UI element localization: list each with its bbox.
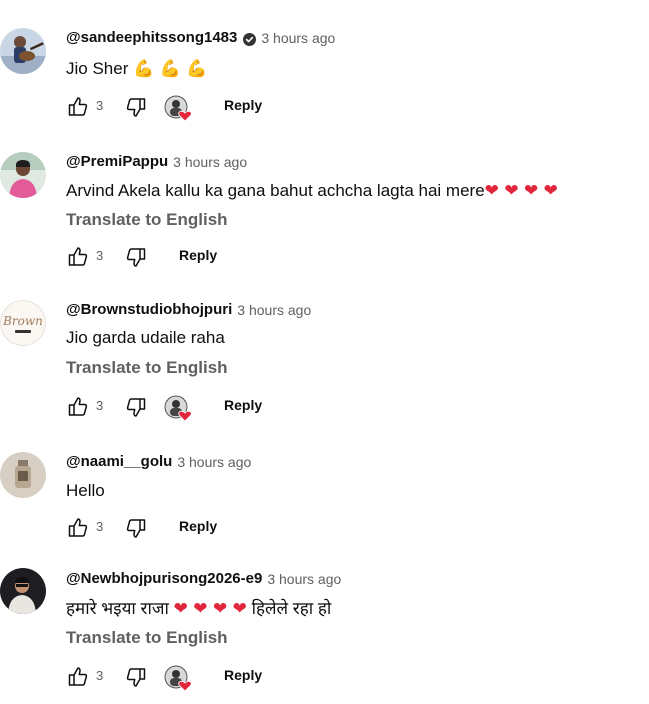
like-icon[interactable] — [66, 395, 90, 419]
avatar[interactable] — [0, 568, 46, 614]
verified-badge-icon — [243, 32, 257, 46]
creator-heart-icon — [164, 394, 194, 422]
comment-text: Arvind Akela kallu ka gana bahut achcha … — [66, 180, 558, 202]
comment-text: Jio garda udaile raha — [66, 327, 225, 349]
reply-button[interactable]: Reply — [224, 397, 262, 413]
comment-actions: 3 Reply — [66, 664, 326, 692]
red-heart-emoji: ❤ ❤ ❤ ❤ — [173, 599, 247, 619]
man-photo-avatar-icon — [0, 568, 46, 614]
comment-header: @naami__golu 3 hours ago — [66, 452, 251, 472]
comment-header: @Brownstudiobhojpuri 3 hours ago — [66, 300, 311, 320]
avatar[interactable] — [0, 28, 46, 74]
comment-text-main: Jio Sher — [66, 59, 134, 78]
comment-header: @sandeephitssong1483 3 hours ago — [66, 28, 335, 48]
like-count: 3 — [96, 398, 104, 413]
comment-text: हमारे भइया राजा ❤ ❤ ❤ ❤ हिलेले रहा हो — [66, 598, 331, 620]
dislike-icon[interactable] — [124, 516, 148, 540]
comment-author[interactable]: @PremiPappu — [66, 152, 168, 172]
reply-button[interactable]: Reply — [224, 97, 262, 113]
like-count: 3 — [96, 248, 104, 263]
translate-button[interactable]: Translate to English — [66, 209, 228, 231]
comment-text: Jio Sher 💪 💪 💪 — [66, 58, 207, 80]
comment-actions: 3 Reply — [66, 515, 326, 541]
like-icon[interactable] — [66, 516, 90, 540]
comment-author[interactable]: @naami__golu — [66, 452, 172, 472]
comment-timestamp[interactable]: 3 hours ago — [237, 300, 311, 320]
like-icon[interactable] — [66, 665, 90, 689]
comment-author[interactable]: @Newbhojpurisong2026-e9 — [66, 569, 262, 589]
avatar[interactable]: Brown — [0, 300, 46, 346]
translate-button[interactable]: Translate to English — [66, 627, 228, 649]
comment-text: Hello — [66, 480, 105, 502]
like-icon[interactable] — [66, 95, 90, 119]
comment-header: @Newbhojpurisong2026-e9 3 hours ago — [66, 569, 341, 589]
brown-studio-logo-avatar-icon: Brown — [0, 300, 46, 346]
comment-actions: 3 Reply — [66, 94, 326, 122]
comment-text-main: हमारे भइया राजा — [66, 599, 174, 618]
like-count: 3 — [96, 519, 104, 534]
comment-timestamp[interactable]: 3 hours ago — [177, 452, 251, 472]
avatar[interactable] — [0, 452, 46, 498]
creator-heart-icon — [164, 664, 194, 692]
reply-button[interactable]: Reply — [179, 518, 217, 534]
guitarist-avatar-icon — [0, 28, 46, 74]
person-pink-shirt-avatar-icon — [0, 152, 46, 198]
translate-button[interactable]: Translate to English — [66, 357, 228, 379]
creator-heart-icon — [164, 94, 194, 122]
comment-actions: 3 Reply — [66, 244, 326, 270]
comment-text-main: Jio garda udaile raha — [66, 328, 225, 347]
comment-timestamp[interactable]: 3 hours ago — [267, 569, 341, 589]
reply-button[interactable]: Reply — [179, 247, 217, 263]
comment-timestamp[interactable]: 3 hours ago — [261, 28, 335, 48]
comment-author[interactable]: @sandeephitssong1483 — [66, 28, 237, 48]
dislike-icon[interactable] — [124, 665, 148, 689]
dislike-icon[interactable] — [124, 395, 148, 419]
comment-actions: 3 Reply — [66, 394, 326, 422]
red-heart-emoji: ❤ ❤ ❤ ❤ — [484, 181, 558, 201]
like-count: 3 — [96, 98, 104, 113]
bottle-photo-avatar-icon — [0, 452, 46, 498]
comment-text-after: हिलेले रहा हो — [246, 599, 332, 618]
like-icon[interactable] — [66, 245, 90, 269]
comment-header: @PremiPappu 3 hours ago — [66, 152, 247, 172]
comment-text-main: Arvind Akela kallu ka gana bahut achcha … — [66, 181, 485, 200]
like-count: 3 — [96, 668, 104, 683]
flexed-biceps-emoji: 💪 💪 💪 — [133, 59, 208, 79]
reply-button[interactable]: Reply — [224, 667, 262, 683]
avatar[interactable] — [0, 152, 46, 198]
dislike-icon[interactable] — [124, 245, 148, 269]
comment-timestamp[interactable]: 3 hours ago — [173, 152, 247, 172]
dislike-icon[interactable] — [124, 95, 148, 119]
comment-text-main: Hello — [66, 481, 105, 500]
comment-author[interactable]: @Brownstudiobhojpuri — [66, 300, 232, 320]
svg-text:Brown: Brown — [2, 314, 43, 328]
